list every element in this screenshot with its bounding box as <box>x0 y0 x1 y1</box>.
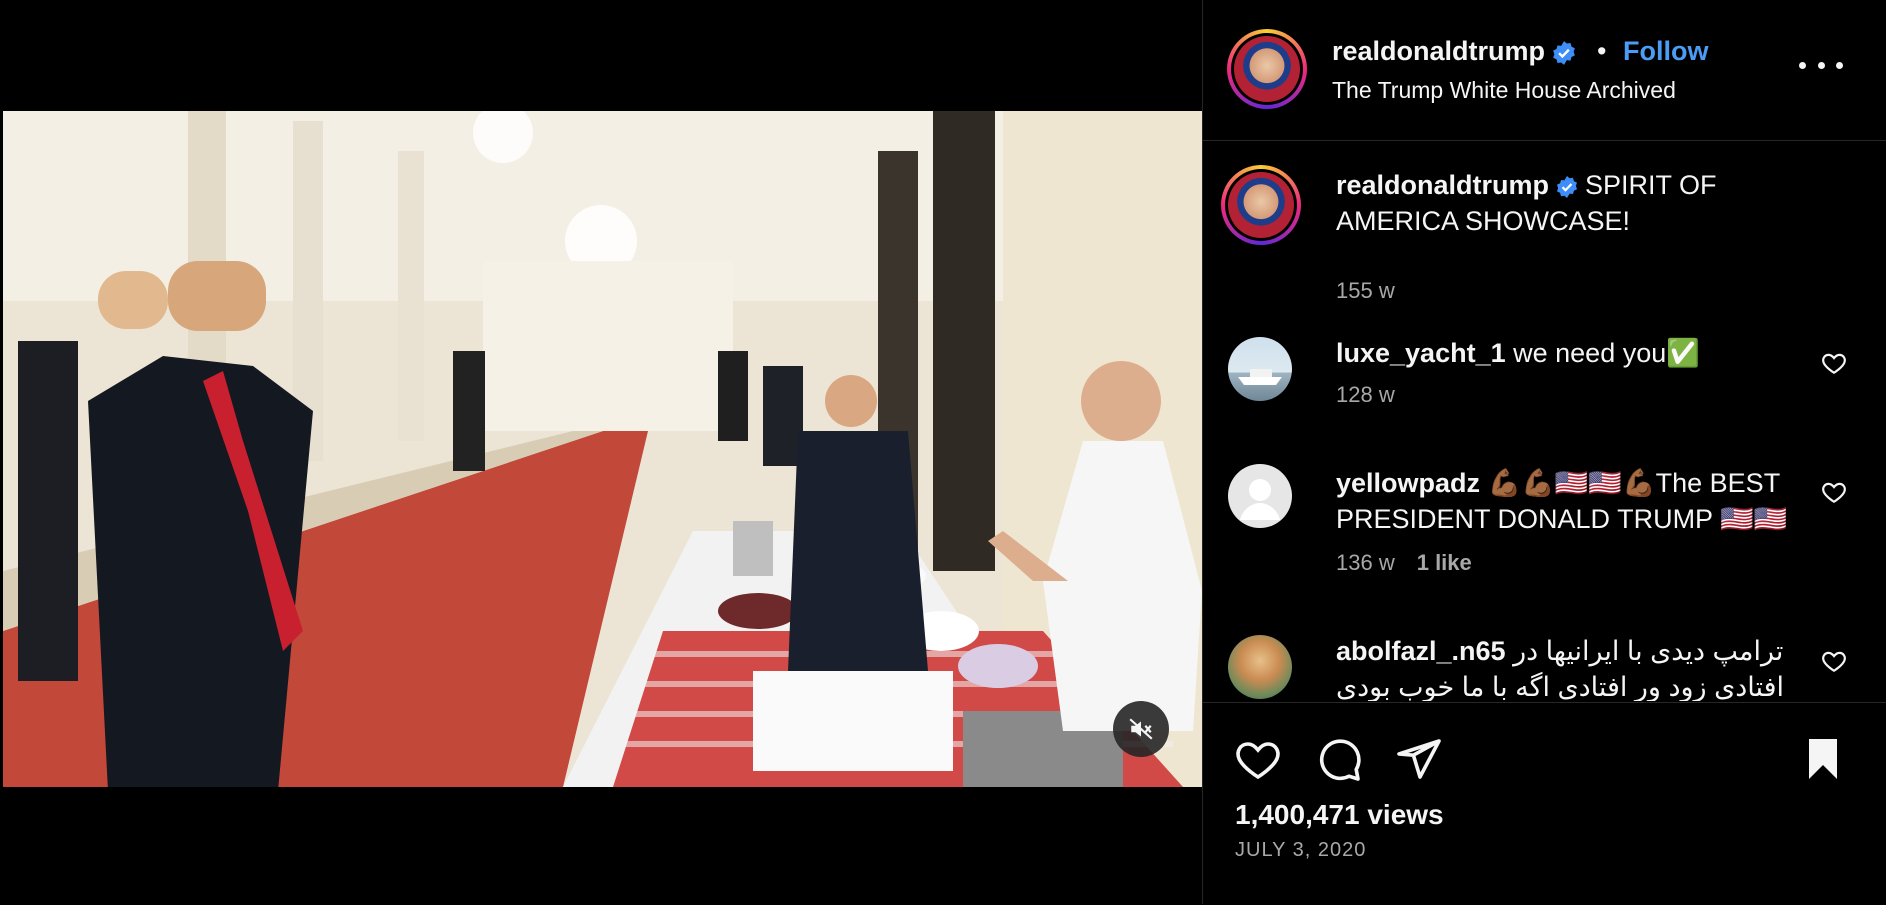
verified-badge-icon <box>1553 40 1575 65</box>
heart-icon[interactable] <box>1821 648 1847 674</box>
video-frame <box>3 111 1202 787</box>
comment-age[interactable]: 128 w <box>1336 382 1395 407</box>
media-panel <box>0 0 1202 904</box>
header-separator: • <box>1597 36 1607 66</box>
comment-age[interactable]: 136 w <box>1336 550 1395 575</box>
comment-icon[interactable] <box>1315 735 1363 783</box>
caption-item: realdonaldtrump SPIRIT OF AMERICA SHOWCAS… <box>1203 161 1886 303</box>
post-details-panel: realdonaldtrump • Follow The Trump White… <box>1203 0 1886 904</box>
comment-text: we need you✅ <box>1513 338 1700 368</box>
comment-text-block: yellowpadz 💪🏾💪🏾🇺🇸🇺🇸💪🏾The BEST PRESIDENT … <box>1336 465 1796 537</box>
caption-username[interactable]: realdonaldtrump <box>1336 170 1549 200</box>
author-username-link[interactable]: realdonaldtrump <box>1332 36 1577 67</box>
post-date[interactable]: JULY 3, 2020 <box>1235 839 1366 862</box>
author-username-text[interactable]: realdonaldtrump <box>1332 36 1545 66</box>
comment-meta: 128 w <box>1336 382 1395 408</box>
caption-avatar[interactable] <box>1221 165 1301 245</box>
commenter-avatar[interactable] <box>1228 337 1292 401</box>
mute-toggle-button[interactable] <box>1113 701 1169 757</box>
commenter-avatar[interactable] <box>1228 635 1292 699</box>
heart-icon[interactable] <box>1821 479 1847 505</box>
post-header: realdonaldtrump • Follow The Trump White… <box>1203 0 1886 141</box>
comment-username[interactable]: yellowpadz <box>1336 468 1480 498</box>
comment-item: luxe_yacht_1 we need you✅ 128 w <box>1203 335 1886 435</box>
commenter-avatar[interactable] <box>1228 464 1292 528</box>
verified-badge-icon <box>1557 175 1578 198</box>
comment-text-block: abolfazl_.n65 ترامپ دیدی با ایرانیها در … <box>1336 633 1796 701</box>
post-actions-bar: 1,400,471 views JULY 3, 2020 <box>1203 702 1886 905</box>
comment-text-block: luxe_yacht_1 we need you✅ <box>1336 335 1796 371</box>
heart-icon[interactable] <box>1234 735 1282 783</box>
caption-text-block: realdonaldtrump SPIRIT OF AMERICA SHOWCAS… <box>1336 167 1806 239</box>
comment-item: abolfazl_.n65 ترامپ دیدی با ایرانیها در … <box>1203 633 1886 701</box>
caption-age[interactable]: 155 w <box>1336 278 1395 304</box>
comments-list[interactable]: realdonaldtrump SPIRIT OF AMERICA SHOWCAS… <box>1203 141 1886 701</box>
comment-username[interactable]: abolfazl_.n65 <box>1336 636 1506 666</box>
comment-item: yellowpadz 💪🏾💪🏾🇺🇸🇺🇸💪🏾The BEST PRESIDENT … <box>1203 464 1886 605</box>
view-count[interactable]: 1,400,471 views <box>1235 799 1444 831</box>
comment-likes[interactable]: 1 like <box>1417 550 1472 575</box>
comment-meta: 136 w 1 like <box>1336 550 1472 576</box>
video-player[interactable] <box>3 111 1202 787</box>
bookmark-icon[interactable] <box>1799 735 1847 783</box>
author-avatar[interactable] <box>1227 29 1307 109</box>
instagram-post-viewer: realdonaldtrump • Follow The Trump White… <box>0 0 1886 904</box>
more-options-icon[interactable] <box>1799 55 1843 75</box>
heart-icon[interactable] <box>1821 350 1847 376</box>
follow-button[interactable]: Follow <box>1623 36 1708 67</box>
comment-username[interactable]: luxe_yacht_1 <box>1336 338 1506 368</box>
muted-speaker-icon <box>1129 718 1153 740</box>
location-subtitle[interactable]: The Trump White House Archived <box>1332 77 1676 104</box>
share-icon[interactable] <box>1395 735 1443 783</box>
